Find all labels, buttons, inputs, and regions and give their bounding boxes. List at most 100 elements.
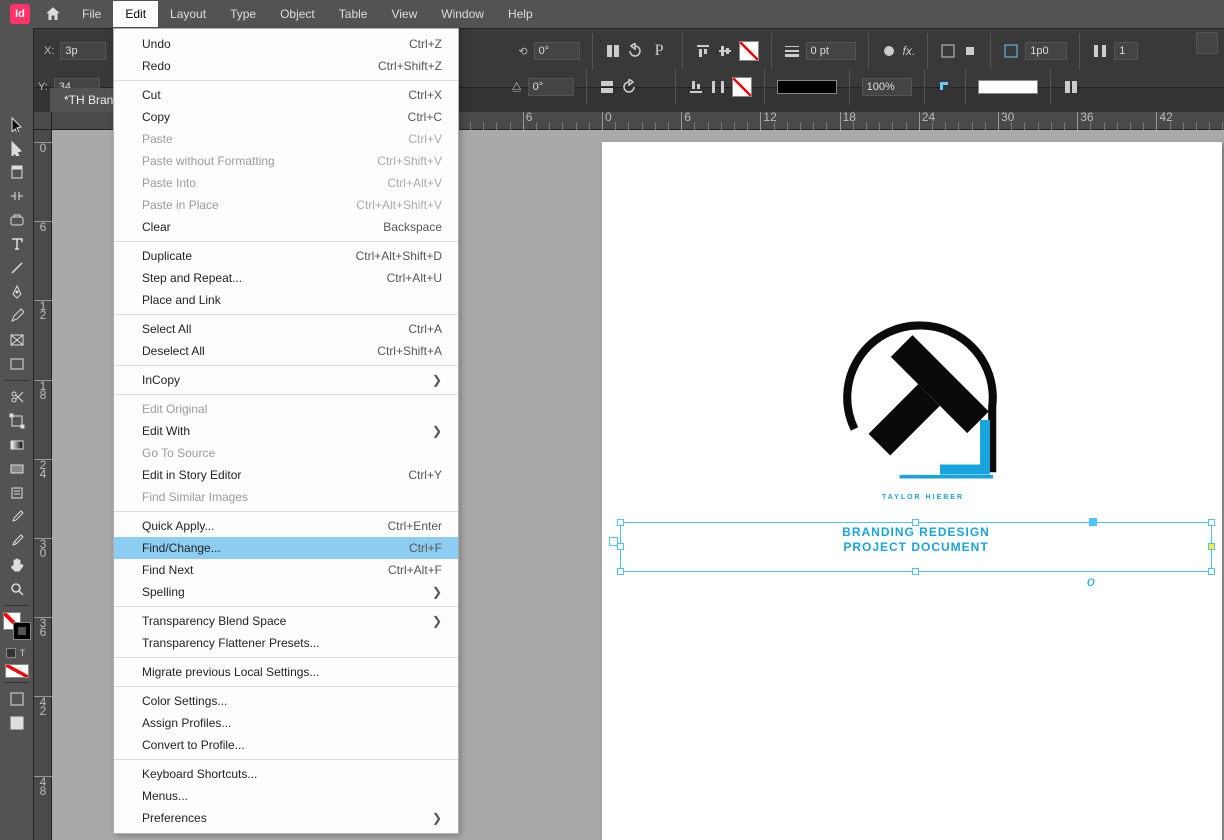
menu-item-convert-to-profile[interactable]: Convert to Profile...: [114, 734, 458, 756]
gap-tool[interactable]: [2, 184, 32, 208]
line-tool[interactable]: [2, 256, 32, 280]
note-tool[interactable]: [2, 481, 32, 505]
type-tool[interactable]: [2, 232, 32, 256]
page-tool[interactable]: [2, 160, 32, 184]
menu-item-place-and-link[interactable]: Place and Link: [114, 289, 458, 311]
menu-item-quick-apply[interactable]: Quick Apply...Ctrl+Enter: [114, 515, 458, 537]
menu-item-incopy[interactable]: InCopy❯: [114, 369, 458, 391]
align-bottom-icon[interactable]: [688, 79, 704, 95]
rotate-cw-icon[interactable]: [627, 43, 643, 59]
distribute-icon[interactable]: [710, 79, 726, 95]
document-page[interactable]: TAYLOR HIEBER o BRANDING REDESIGN PROJEC…: [602, 142, 1222, 840]
menu-item-step-and-repeat[interactable]: Step and Repeat...Ctrl+Alt+U: [114, 267, 458, 289]
menu-type[interactable]: Type: [218, 1, 268, 27]
vertical-ruler[interactable]: 0612182430364248: [34, 130, 52, 840]
menu-item-clear[interactable]: ClearBackspace: [114, 216, 458, 238]
menu-help[interactable]: Help: [496, 1, 545, 27]
shear-input[interactable]: [528, 78, 574, 96]
panel-icon[interactable]: [1196, 32, 1218, 54]
indesign-app-icon[interactable]: Id: [10, 4, 30, 24]
align-middle-icon[interactable]: [717, 43, 733, 59]
view-mode-preview[interactable]: [2, 711, 32, 735]
menu-item-keyboard-shortcuts[interactable]: Keyboard Shortcuts...: [114, 763, 458, 785]
menu-item-edit-original: Edit Original: [114, 398, 458, 420]
menu-layout[interactable]: Layout: [158, 1, 218, 27]
headline-line1: BRANDING REDESIGN: [621, 525, 1211, 540]
stroke-none-swatch[interactable]: [732, 77, 752, 97]
color-apply-mode[interactable]: T: [0, 646, 33, 660]
columns-icon[interactable]: [1092, 43, 1108, 59]
content-collector-tool[interactable]: [2, 208, 32, 232]
logo-graphic: [832, 312, 1012, 492]
gradient-swatch-tool[interactable]: [2, 433, 32, 457]
x-position-input[interactable]: [60, 42, 106, 60]
menu-item-preferences[interactable]: Preferences❯: [114, 807, 458, 829]
menu-item-transparency-flattener-presets[interactable]: Transparency Flattener Presets...: [114, 632, 458, 654]
flip-vertical-icon[interactable]: [599, 79, 615, 95]
gradient-feather-tool[interactable]: [2, 457, 32, 481]
object-styles-icon[interactable]: [1063, 79, 1079, 95]
effects-icon[interactable]: [881, 43, 897, 59]
menu-item-color-settings[interactable]: Color Settings...: [114, 690, 458, 712]
menu-item-spelling[interactable]: Spelling❯: [114, 581, 458, 603]
rectangle-tool[interactable]: [2, 352, 32, 376]
menu-item-undo[interactable]: UndoCtrl+Z: [114, 33, 458, 55]
ruler-origin[interactable]: [34, 112, 52, 130]
text-wrap-none-icon[interactable]: [940, 43, 956, 59]
menu-item-deselect-all[interactable]: Deselect AllCtrl+Shift+A: [114, 340, 458, 362]
text-wrap-bbox-icon[interactable]: [962, 43, 978, 59]
flip-horizontal-icon[interactable]: [605, 43, 621, 59]
free-transform-tool[interactable]: [2, 409, 32, 433]
menu-window[interactable]: Window: [429, 1, 496, 27]
home-icon[interactable]: [44, 5, 62, 23]
fill-white-swatch[interactable]: [978, 80, 1038, 94]
selected-text-frame[interactable]: o BRANDING REDESIGN PROJECT DOCUMENT: [620, 522, 1212, 572]
rectangle-frame-tool[interactable]: [2, 328, 32, 352]
menu-file[interactable]: File: [70, 1, 113, 27]
view-mode-normal[interactable]: [2, 687, 32, 711]
fill-none-swatch[interactable]: [739, 41, 759, 61]
menu-item-assign-profiles[interactable]: Assign Profiles...: [114, 712, 458, 734]
menu-view[interactable]: View: [379, 1, 429, 27]
menu-item-find-change[interactable]: Find/Change...Ctrl+F: [114, 537, 458, 559]
menu-edit[interactable]: Edit: [113, 1, 158, 27]
corner-options-icon[interactable]: [1003, 43, 1019, 59]
columns-input[interactable]: [1114, 42, 1138, 60]
drop-shadow-icon[interactable]: [937, 79, 953, 95]
menu-item-edit-in-story-editor[interactable]: Edit in Story EditorCtrl+Y: [114, 464, 458, 486]
menu-item-cut[interactable]: CutCtrl+X: [114, 84, 458, 106]
direct-selection-tool[interactable]: [2, 136, 32, 160]
right-panel-collapsed[interactable]: [1196, 32, 1218, 54]
menu-item-select-all[interactable]: Select AllCtrl+A: [114, 318, 458, 340]
menu-item-find-next[interactable]: Find NextCtrl+Alt+F: [114, 559, 458, 581]
scissors-tool[interactable]: [2, 385, 32, 409]
paragraph-icon[interactable]: P: [649, 42, 670, 60]
in-port-icon[interactable]: [609, 537, 618, 546]
stroke-style-swatch[interactable]: [777, 80, 837, 94]
selection-tool[interactable]: [2, 112, 32, 136]
fx-icon[interactable]: fx.: [903, 44, 916, 58]
pen-tool[interactable]: [2, 280, 32, 304]
default-fill-stroke-icon[interactable]: [5, 664, 29, 678]
measure-tool[interactable]: [2, 529, 32, 553]
eyedropper-tool[interactable]: [2, 505, 32, 529]
menu-item-redo[interactable]: RedoCtrl+Shift+Z: [114, 55, 458, 77]
opacity-input[interactable]: [862, 78, 912, 96]
menu-item-migrate-previous-local-settings[interactable]: Migrate previous Local Settings...: [114, 661, 458, 683]
menu-item-copy[interactable]: CopyCtrl+C: [114, 106, 458, 128]
menu-item-menus[interactable]: Menus...: [114, 785, 458, 807]
menu-table[interactable]: Table: [327, 1, 380, 27]
menu-item-transparency-blend-space[interactable]: Transparency Blend Space❯: [114, 610, 458, 632]
rotate-ccw-icon[interactable]: [621, 79, 637, 95]
corner-size-input[interactable]: [1025, 42, 1067, 60]
rotation-input[interactable]: [534, 42, 580, 60]
zoom-tool[interactable]: [2, 577, 32, 601]
fill-stroke-proxy[interactable]: [3, 612, 31, 640]
menu-item-duplicate[interactable]: DuplicateCtrl+Alt+Shift+D: [114, 245, 458, 267]
pencil-tool[interactable]: [2, 304, 32, 328]
hand-tool[interactable]: [2, 553, 32, 577]
menu-object[interactable]: Object: [268, 1, 327, 27]
menu-item-edit-with[interactable]: Edit With❯: [114, 420, 458, 442]
stroke-weight-input[interactable]: [806, 42, 856, 60]
align-top-icon[interactable]: [695, 43, 711, 59]
